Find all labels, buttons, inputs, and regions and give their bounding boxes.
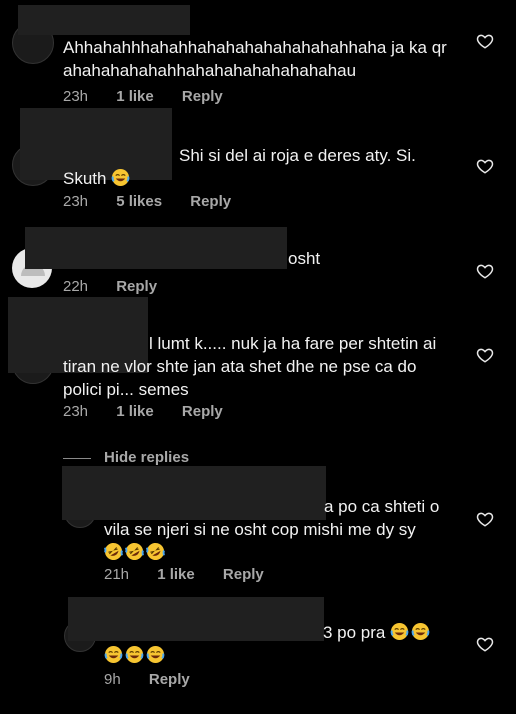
reply-body: a po ca shteti o vila se njeri si ne osh… <box>104 497 440 539</box>
comment-body: osht <box>288 249 321 268</box>
tears-of-joy-emoji <box>146 645 165 664</box>
comment-time: 23h <box>63 88 89 105</box>
rolling-laughing-emoji <box>104 542 123 561</box>
reply-button[interactable]: Reply <box>182 88 223 105</box>
reply-button[interactable]: Reply <box>223 566 264 583</box>
tears-of-joy-emoji <box>104 645 123 664</box>
reply-time: 21h <box>104 566 130 583</box>
tears-of-joy-emoji <box>411 622 430 641</box>
heart-outline-icon[interactable] <box>476 32 494 50</box>
comment-text: l lumt k..... nuk ja ha fare per shtetin… <box>63 332 458 401</box>
divider-line <box>63 458 91 459</box>
reply-meta: 21h 1 like Reply <box>104 566 288 583</box>
heart-outline-icon[interactable] <box>476 157 494 175</box>
reply-time: 9h <box>104 671 121 688</box>
comment-meta: 23h 1 like Reply <box>63 88 247 105</box>
comment-likes[interactable]: 1 like <box>116 88 154 105</box>
tears-of-joy-emoji <box>390 622 409 641</box>
comment-likes[interactable]: 5 likes <box>116 193 162 210</box>
reply-likes[interactable]: 1 like <box>157 566 195 583</box>
reply-text: a po ca shteti o vila se njeri si ne osh… <box>104 495 454 564</box>
reply-button[interactable]: Reply <box>182 403 223 420</box>
reply-meta: 9h Reply <box>104 671 214 688</box>
comment-text: Shi si del ai roja e deres aty. Si. Skut… <box>63 144 453 190</box>
rolling-laughing-emoji <box>146 542 165 561</box>
reply-button[interactable]: Reply <box>149 671 190 688</box>
comment-meta: 23h 5 likes Reply <box>63 193 255 210</box>
comment-meta: 22h Reply <box>63 278 181 295</box>
comment-body: Ahhahahhhahahhahahahahahahahahhaha ja ka… <box>63 38 447 80</box>
heart-outline-icon[interactable] <box>476 510 494 528</box>
comment-likes[interactable]: 1 like <box>116 403 154 420</box>
rolling-laughing-emoji <box>125 542 144 561</box>
comment-meta: 23h 1 like Reply <box>63 403 247 420</box>
heart-outline-icon[interactable] <box>476 262 494 280</box>
tears-of-joy-emoji <box>111 168 130 187</box>
comment-text: Ahhahahhhahahhahahahahahahahahhaha ja ka… <box>63 36 453 82</box>
redacted-username <box>18 5 190 35</box>
comment-time: 23h <box>63 193 89 210</box>
reply-text: 3 po pra <box>104 621 454 667</box>
tears-of-joy-emoji <box>125 645 144 664</box>
comment-time: 22h <box>63 278 89 295</box>
reply-body: 3 po pra <box>323 623 386 642</box>
comment-time: 23h <box>63 403 89 420</box>
reply-button[interactable]: Reply <box>116 278 157 295</box>
comment-body: l lumt k..... nuk ja ha fare per shtetin… <box>63 334 437 399</box>
heart-outline-icon[interactable] <box>476 635 494 653</box>
comment-text: osht <box>288 247 320 270</box>
redacted-username <box>25 227 287 269</box>
reply-button[interactable]: Reply <box>190 193 231 210</box>
hide-replies-button[interactable]: Hide replies <box>104 449 189 466</box>
heart-outline-icon[interactable] <box>476 346 494 364</box>
